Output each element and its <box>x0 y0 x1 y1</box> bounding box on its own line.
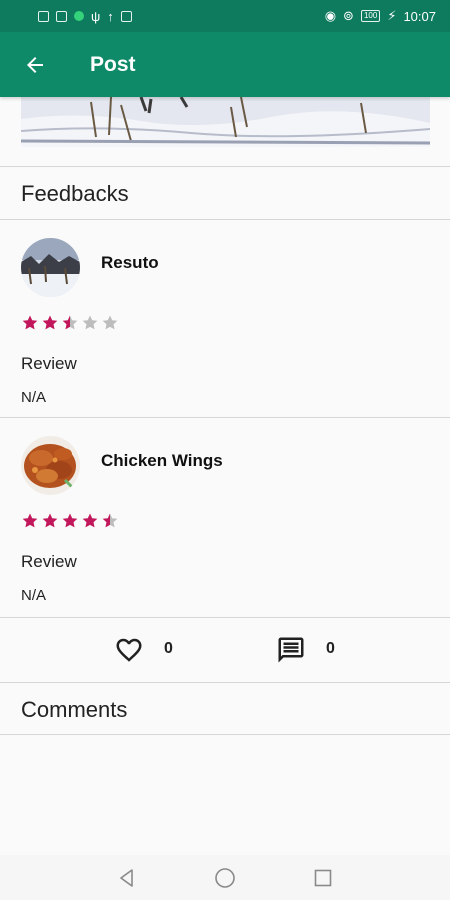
status-time: 10:07 <box>403 8 436 24</box>
star-half-icon <box>62 315 78 330</box>
review-text: N/A <box>21 389 47 406</box>
star-filled-icon <box>42 315 58 330</box>
app-notification-icon <box>74 11 84 21</box>
feedbacks-title: Feedbacks <box>21 181 129 206</box>
rating-stars <box>21 512 119 530</box>
divider <box>0 682 450 683</box>
post-image <box>21 97 430 147</box>
square-recents-icon <box>314 869 332 886</box>
like-button[interactable] <box>114 635 144 665</box>
divider <box>0 166 450 167</box>
status-icons-left: ψ ↑ <box>38 9 132 24</box>
usb-debug-icon: ↑ <box>107 8 114 24</box>
image-icon <box>120 10 132 22</box>
page-title: Post <box>90 52 136 76</box>
feedback-item[interactable]: Resuto Review N/A <box>0 220 450 417</box>
star-half-icon <box>102 513 118 528</box>
comments-title: Comments <box>21 697 128 722</box>
app-bar: Post <box>0 32 450 97</box>
post-actions: 0 0 <box>0 618 450 682</box>
battery-icon: 100 <box>360 10 381 22</box>
feedback-name: Resuto <box>101 253 159 272</box>
feedback-item[interactable]: Chicken Wings Review N/A <box>0 418 450 616</box>
star-filled-icon <box>82 513 98 528</box>
triangle-back-icon <box>120 868 133 887</box>
rating-stars <box>21 314 119 332</box>
heart-outline-icon <box>116 638 142 662</box>
system-nav-bar <box>0 855 450 900</box>
comment-button[interactable] <box>276 635 306 665</box>
status-bar: ψ ↑ ◉ ⊚ 100 ⚡ 10:07 <box>0 0 450 32</box>
circle-home-icon <box>215 867 235 888</box>
status-icons-right: ◉ ⊚ 100 ⚡ 10:07 <box>325 8 436 24</box>
comment-count: 0 <box>326 640 335 657</box>
star-empty-icon <box>102 315 118 330</box>
wifi-icon <box>56 10 67 22</box>
star-filled-icon <box>42 513 58 528</box>
star-empty-icon <box>82 315 98 330</box>
nav-back-button[interactable] <box>116 867 138 889</box>
star-filled-icon <box>62 513 78 528</box>
charging-icon: ⚡ <box>387 8 397 23</box>
avatar <box>21 238 80 297</box>
comment-icon <box>278 637 304 663</box>
back-button[interactable] <box>0 32 70 97</box>
review-text: N/A <box>21 587 47 604</box>
usb-icon: ψ <box>91 8 101 24</box>
divider <box>0 734 450 735</box>
arrow-left-icon <box>27 56 43 73</box>
review-label: Review <box>21 552 77 571</box>
signal-icon <box>38 10 49 22</box>
nav-home-button[interactable] <box>214 867 236 889</box>
like-count: 0 <box>164 640 173 657</box>
avatar <box>21 436 80 495</box>
nav-recents-button[interactable] <box>312 867 334 889</box>
bluetooth-icon: ⊚ <box>343 8 354 23</box>
star-filled-icon <box>22 513 38 528</box>
eye-icon: ◉ <box>324 8 337 23</box>
star-filled-icon <box>22 315 38 330</box>
review-label: Review <box>21 354 77 373</box>
feedback-name: Chicken Wings <box>101 451 223 470</box>
